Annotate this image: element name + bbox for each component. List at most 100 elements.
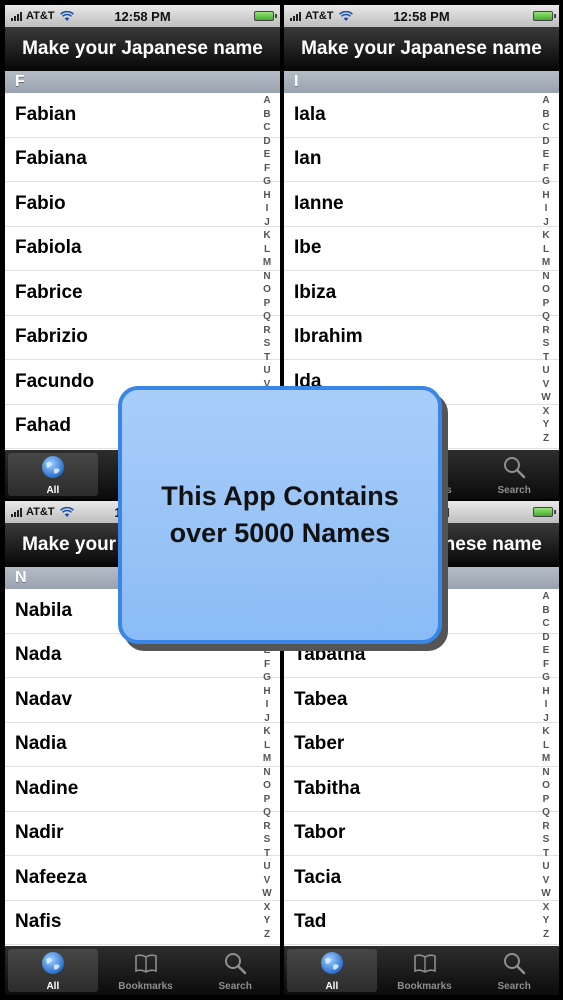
list-item[interactable]: Fabrizio [5,315,280,360]
index-letter[interactable]: I [266,699,269,710]
index-letter[interactable]: X [264,902,271,913]
tab-all[interactable]: All [8,453,98,496]
index-letter[interactable]: X [543,406,550,417]
index-letter[interactable]: K [263,726,270,737]
index-letter[interactable]: W [262,888,271,899]
index-letter[interactable]: O [263,780,271,791]
list-item[interactable]: Ibiza [284,271,559,316]
index-letter[interactable]: D [263,136,270,147]
index-letter[interactable]: H [263,190,270,201]
list-item[interactable]: Tabitha [284,767,559,812]
index-letter[interactable]: E [543,149,550,160]
index-letter[interactable]: C [542,618,549,629]
index-letter[interactable]: N [542,271,549,282]
tab-bookmarks[interactable]: Bookmarks [380,946,470,995]
list-item[interactable]: Fabio [5,182,280,227]
list-item[interactable]: Tabor [284,811,559,856]
index-letter[interactable]: S [543,834,550,845]
list-item[interactable]: Fabiana [5,137,280,182]
index-letter[interactable]: H [542,686,549,697]
index-letter[interactable]: O [263,284,271,295]
index-letter[interactable]: J [264,713,270,724]
index-letter[interactable]: A [542,95,549,106]
index-letter[interactable]: P [543,298,550,309]
tab-search[interactable]: Search [469,450,559,499]
index-letter[interactable]: M [542,257,550,268]
index-letter[interactable]: N [263,271,270,282]
index-letter[interactable]: J [264,217,270,228]
index-letter[interactable]: B [542,109,549,120]
index-letter[interactable]: D [542,632,549,643]
index-letter[interactable]: Z [264,929,270,940]
list-item[interactable]: Taber [284,722,559,767]
index-letter[interactable]: K [263,230,270,241]
index-letter[interactable]: M [263,753,271,764]
index-letter[interactable]: I [545,203,548,214]
index-letter[interactable]: U [542,861,549,872]
list-item[interactable]: Ibe [284,226,559,271]
index-letter[interactable]: I [266,203,269,214]
index-letter[interactable]: Y [543,419,550,430]
index-letter[interactable]: E [264,149,271,160]
list-item[interactable]: Tacia [284,856,559,901]
index-letter[interactable]: H [263,686,270,697]
index-letter[interactable]: G [542,672,550,683]
index-letter[interactable]: F [543,163,549,174]
index-letter[interactable]: W [541,392,550,403]
index-letter[interactable]: N [542,767,549,778]
index-letter[interactable]: C [263,122,270,133]
tab-search[interactable]: Search [469,946,559,995]
index-letter[interactable]: P [264,794,271,805]
index-letter[interactable]: P [543,794,550,805]
index-letter[interactable]: D [542,136,549,147]
index-letter[interactable]: Y [543,915,550,926]
index-letter[interactable]: F [543,659,549,670]
index-letter[interactable]: U [542,365,549,376]
index-letter[interactable]: N [263,767,270,778]
index-letter[interactable]: C [542,122,549,133]
list-item[interactable]: Fabian [5,93,280,138]
list-item[interactable]: Ibrahim [284,315,559,360]
list-item[interactable]: Tabea [284,678,559,723]
index-letter[interactable]: V [264,875,271,886]
list-item[interactable]: Nafeeza [5,856,280,901]
alphabet-index[interactable]: ABCDEFGHIJKLMNOPQRSTUVWXYZ [539,93,553,444]
list-item[interactable]: Iala [284,93,559,138]
index-letter[interactable]: B [542,605,549,616]
index-letter[interactable]: M [542,753,550,764]
index-letter[interactable]: P [264,298,271,309]
index-letter[interactable]: R [542,821,549,832]
tab-search[interactable]: Search [190,946,280,995]
index-letter[interactable]: I [545,699,548,710]
index-letter[interactable]: Q [542,807,550,818]
index-letter[interactable]: A [263,95,270,106]
list-item[interactable]: Ianne [284,182,559,227]
index-letter[interactable]: B [263,109,270,120]
index-letter[interactable]: T [543,848,549,859]
list-item[interactable]: Nadine [5,767,280,812]
index-letter[interactable]: A [542,591,549,602]
index-letter[interactable]: T [543,352,549,363]
index-letter[interactable]: L [264,244,270,255]
index-letter[interactable]: M [263,257,271,268]
list-item[interactable]: Ian [284,137,559,182]
index-letter[interactable]: W [541,888,550,899]
index-letter[interactable]: G [542,176,550,187]
index-letter[interactable]: S [264,338,271,349]
list-item[interactable]: Fabiola [5,226,280,271]
index-letter[interactable]: X [543,902,550,913]
index-letter[interactable]: H [542,190,549,201]
index-letter[interactable]: J [543,713,549,724]
tab-all[interactable]: All [8,949,98,992]
index-letter[interactable]: R [263,325,270,336]
index-letter[interactable]: Q [263,311,271,322]
index-letter[interactable]: R [542,325,549,336]
list-item[interactable]: Tad [284,900,559,945]
index-letter[interactable]: V [543,875,550,886]
index-letter[interactable]: F [264,163,270,174]
index-letter[interactable]: O [542,780,550,791]
list-item[interactable]: Nadav [5,678,280,723]
list-item[interactable]: Nadir [5,811,280,856]
index-letter[interactable]: U [263,861,270,872]
tab-all[interactable]: All [287,949,377,992]
